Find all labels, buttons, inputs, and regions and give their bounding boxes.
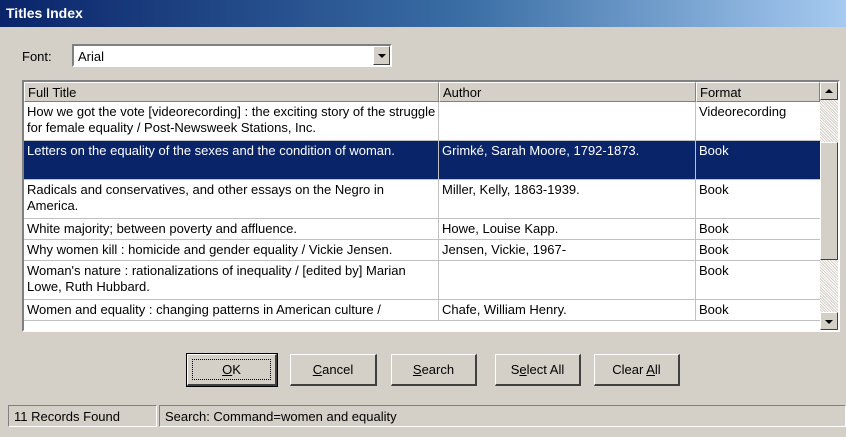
format-cell: Book xyxy=(699,182,729,197)
status-bar: 11 Records Found Search: Command=women a… xyxy=(0,405,846,437)
format-cell: Book xyxy=(699,263,729,278)
title-cell: Women and equality : changing patterns i… xyxy=(24,300,439,320)
arrow-up-icon xyxy=(825,89,833,93)
title-cell: Radicals and conservatives, and other es… xyxy=(24,180,439,218)
format-cell: Book xyxy=(699,221,729,236)
format-cell: Book xyxy=(699,242,729,257)
author-cell: Jensen, Vickie, 1967- xyxy=(439,240,696,260)
title-bar[interactable]: Titles Index xyxy=(0,0,846,27)
cancel-button[interactable]: Cancel xyxy=(290,354,377,386)
window-title: Titles Index xyxy=(6,5,83,21)
title-cell: Woman's nature : rationalizations of ine… xyxy=(24,261,439,299)
author-cell xyxy=(439,102,696,140)
author-cell: Chafe, William Henry. xyxy=(439,300,696,320)
font-dropdown-button[interactable] xyxy=(373,46,390,65)
titles-table[interactable]: Full Title Author Format How we got the … xyxy=(22,80,840,332)
table-row[interactable]: Women and equality : changing patterns i… xyxy=(24,300,820,321)
author-cell xyxy=(439,261,696,299)
table-row-selected[interactable]: Letters on the equality of the sexes and… xyxy=(24,141,820,180)
title-cell: White majority; between poverty and affl… xyxy=(24,219,439,239)
scroll-up-button[interactable] xyxy=(820,82,838,100)
search-button[interactable]: Search xyxy=(391,354,477,386)
table-row[interactable]: Radicals and conservatives, and other es… xyxy=(24,180,820,219)
column-header-format[interactable]: Format xyxy=(696,82,820,102)
font-label: Font: xyxy=(22,49,52,64)
table-row[interactable]: Why women kill : homicide and gender equ… xyxy=(24,240,820,261)
format-cell: Book xyxy=(699,302,729,317)
focus-rect xyxy=(192,359,271,380)
title-cell: How we got the vote [videorecording] : t… xyxy=(24,102,439,140)
format-cell: Videorecording xyxy=(699,104,787,119)
select-all-button[interactable]: Select All xyxy=(495,354,581,386)
title-cell: Letters on the equality of the sexes and… xyxy=(24,141,439,179)
author-cell: Howe, Louise Kapp. xyxy=(439,219,696,239)
search-status: Search: Command=women and equality xyxy=(159,405,846,427)
scroll-thumb[interactable] xyxy=(820,142,838,260)
column-header-author[interactable]: Author xyxy=(439,82,696,102)
table-row[interactable]: White majority; between poverty and affl… xyxy=(24,219,820,240)
ok-button[interactable]: OK xyxy=(186,353,278,387)
chevron-down-icon xyxy=(378,54,386,58)
font-select-value: Arial xyxy=(78,49,105,64)
font-select[interactable]: Arial xyxy=(72,44,392,67)
arrow-down-icon xyxy=(825,320,833,324)
table-row[interactable]: Woman's nature : rationalizations of ine… xyxy=(24,261,820,300)
scroll-down-button[interactable] xyxy=(820,312,838,330)
format-cell: Book xyxy=(699,143,729,158)
clear-all-button[interactable]: Clear All xyxy=(594,354,680,386)
table-header: Full Title Author Format xyxy=(24,82,820,102)
table-row[interactable]: How we got the vote [videorecording] : t… xyxy=(24,102,820,141)
records-count: 11 Records Found xyxy=(8,405,157,427)
vertical-scrollbar[interactable] xyxy=(820,82,838,330)
author-cell: Grimké, Sarah Moore, 1792-1873. xyxy=(439,141,696,179)
table-body: How we got the vote [videorecording] : t… xyxy=(24,102,820,321)
author-cell: Miller, Kelly, 1863-1939. xyxy=(439,180,696,218)
title-cell: Why women kill : homicide and gender equ… xyxy=(24,240,439,260)
column-header-full-title[interactable]: Full Title xyxy=(24,82,439,102)
